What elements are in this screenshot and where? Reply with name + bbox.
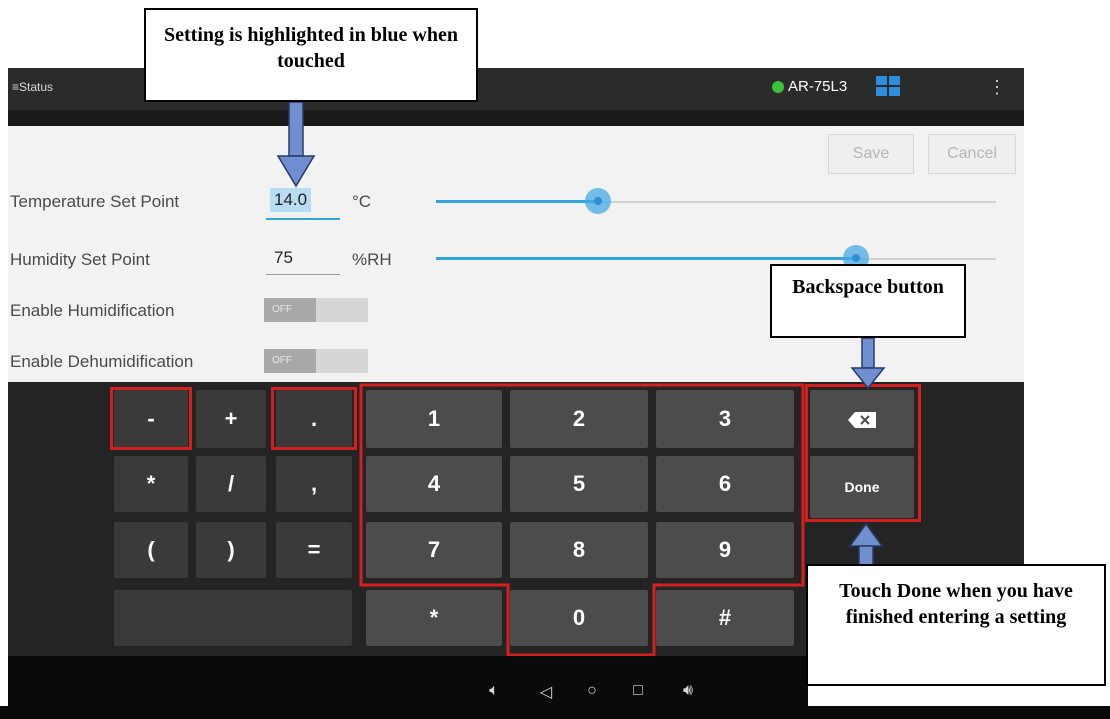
overflow-menu-icon[interactable]: ⋮ (988, 76, 1006, 98)
humidity-slider-fill (436, 257, 856, 260)
home-icon[interactable]: ○ (580, 682, 604, 700)
key-asterisk[interactable]: * (114, 456, 188, 512)
grid-view-icon[interactable] (876, 76, 902, 98)
device-name: AR-75L3 (788, 78, 848, 95)
temperature-input[interactable]: 14.0 (266, 188, 344, 220)
temperature-label: Temperature Set Point (10, 192, 180, 211)
dehumidification-label: Enable Dehumidification (10, 352, 194, 371)
back-icon[interactable]: ◁ (534, 682, 558, 702)
action-bar-shadow (8, 110, 1024, 126)
key-equals[interactable]: = (276, 522, 352, 578)
volume-down-icon[interactable]: 🔈︎ (482, 682, 506, 700)
device-status-icon (772, 81, 784, 93)
humidity-unit: %RH (352, 250, 392, 269)
humidity-input[interactable]: 75 (266, 246, 344, 276)
highlight-backspace-done (805, 384, 921, 522)
humidity-underline (266, 274, 340, 275)
hamburger-icon: ≡ (12, 80, 20, 94)
temperature-underline (266, 218, 340, 220)
highlight-period-key (271, 387, 357, 450)
dehumidification-toggle-state: OFF (264, 349, 316, 373)
callout-highlight-arrow (276, 102, 316, 188)
highlight-minus-key (110, 387, 192, 450)
humidification-toggle[interactable]: OFF (264, 298, 368, 322)
callout-done: Touch Done when you have finished enteri… (806, 564, 1106, 686)
temperature-slider-fill (436, 200, 599, 203)
callout-highlight: Setting is highlighted in blue when touc… (144, 8, 478, 102)
highlight-digit-keys (359, 383, 805, 657)
dehumidification-toggle[interactable]: OFF (264, 349, 368, 373)
system-navigation-bar-bottom (0, 706, 1110, 719)
temperature-unit: °C (352, 192, 372, 211)
key-open-paren[interactable]: ( (114, 522, 188, 578)
key-plus[interactable]: + (196, 390, 266, 448)
cancel-button[interactable]: Cancel (928, 134, 1016, 174)
key-slash[interactable]: / (196, 456, 266, 512)
humidification-toggle-state: OFF (264, 298, 316, 322)
save-button[interactable]: Save (828, 134, 914, 174)
callout-backspace: Backspace button (770, 264, 966, 338)
status-title: Status (19, 80, 54, 94)
menu-status-button[interactable]: ≡Status (12, 80, 53, 94)
humidity-label: Humidity Set Point (10, 250, 150, 269)
volume-up-icon[interactable]: 🔊︎ (676, 682, 700, 700)
key-space[interactable] (114, 590, 352, 646)
callout-backspace-arrow (850, 338, 886, 390)
humidity-value: 75 (274, 248, 293, 267)
temperature-value: 14.0 (270, 188, 312, 212)
key-comma[interactable]: , (276, 456, 352, 512)
humidification-label: Enable Humidification (10, 301, 175, 320)
key-close-paren[interactable]: ) (196, 522, 266, 578)
recents-icon[interactable]: □ (626, 682, 650, 700)
